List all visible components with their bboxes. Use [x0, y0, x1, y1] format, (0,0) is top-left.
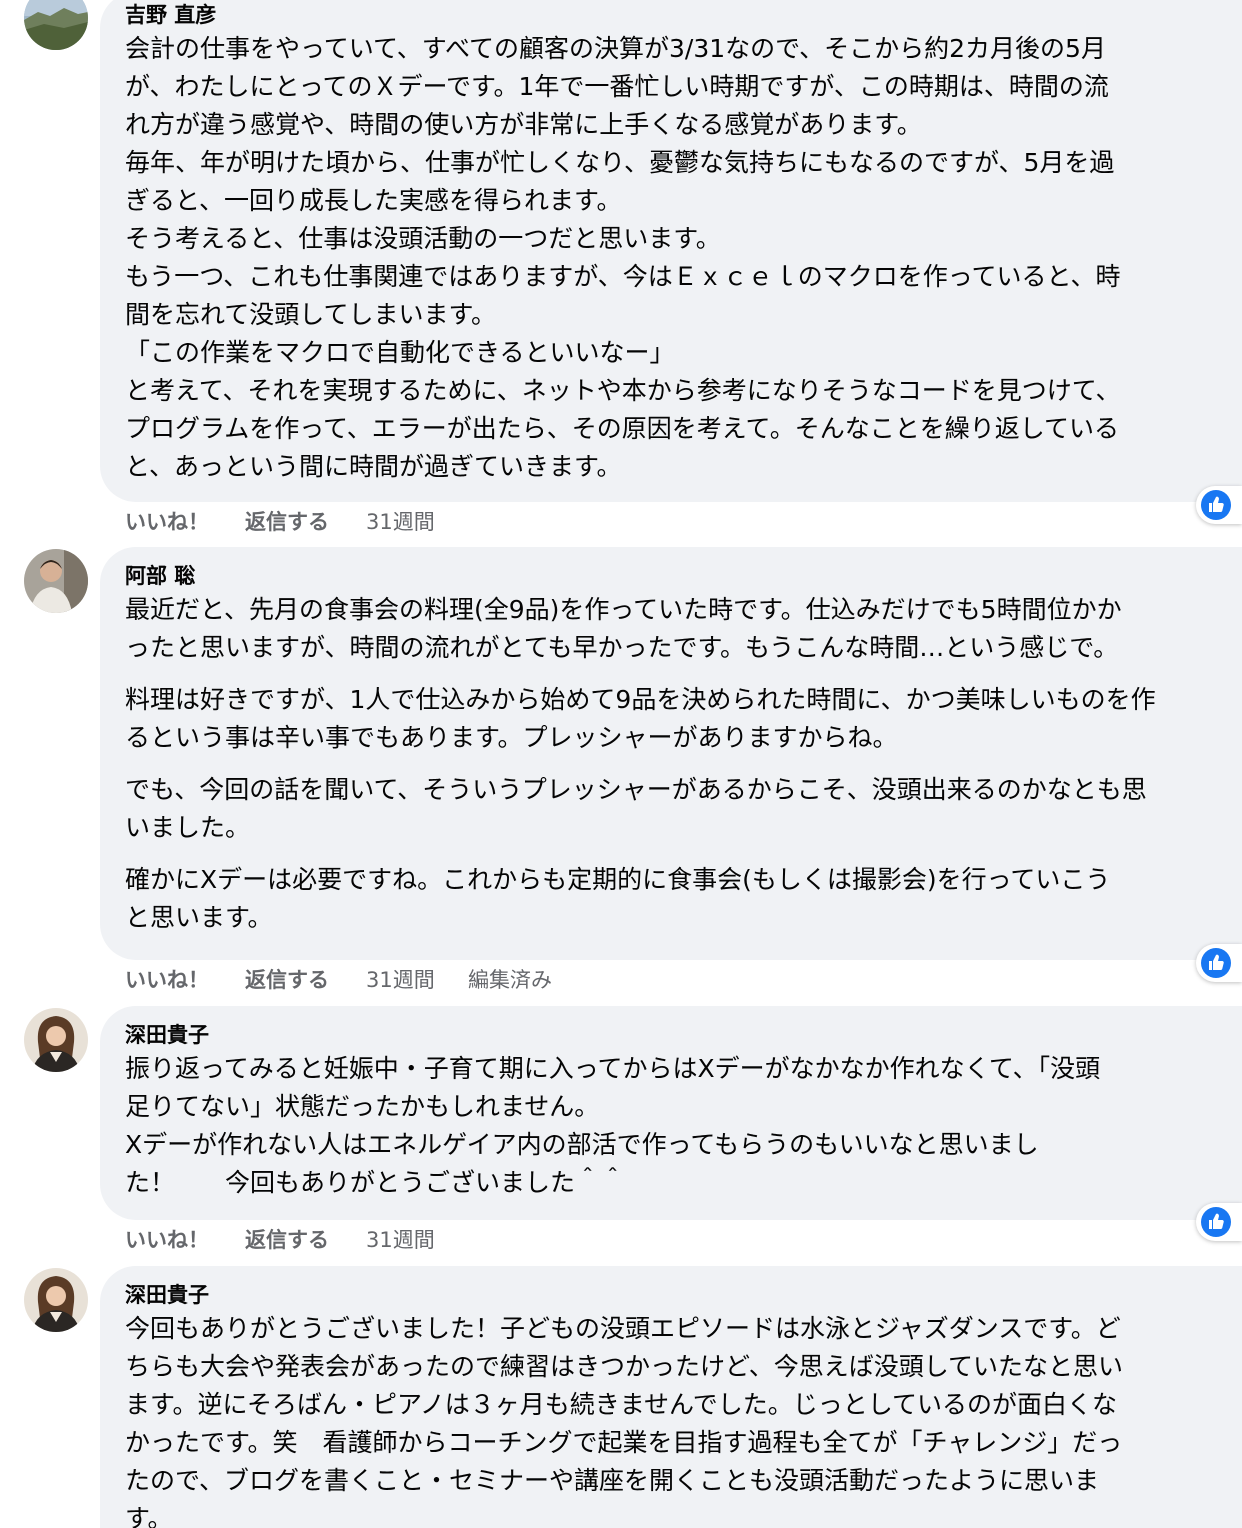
comment-bubble: 吉野 直彦 会計の仕事をやっていて、すべての顧客の決算が3/31なので、そこから… — [100, 0, 1242, 502]
comment-bubble: 阿部 聡 最近だと、先月の食事会の料理(全9品)を作っていた時です。仕込みだけで… — [100, 547, 1242, 960]
comment-text-line: ぎると、一回り成長した実感を得られます。 — [125, 186, 622, 215]
avatar[interactable] — [24, 1268, 88, 1332]
thumbs-up-icon — [1201, 1207, 1231, 1237]
like-link[interactable]: いいね！ — [125, 964, 245, 994]
avatar[interactable] — [24, 1008, 88, 1072]
comment-paragraph: でも、今回の話を聞いて、そういうプレッシャーがあるからこそ、没頭出来るのかなとも… — [125, 771, 1234, 847]
comment-thread: 吉野 直彦 会計の仕事をやっていて、すべての顧客の決算が3/31なので、そこから… — [0, 0, 1242, 1528]
comment-text-line: 料理は好きですが、1人で仕込みから始めて9品を決められた時間に、かつ美味しいもの… — [125, 685, 1156, 714]
comment-paragraph: 会計の仕事をやっていて、すべての顧客の決算が3/31なので、そこから約2カ月後の… — [125, 30, 1234, 486]
timestamp-link[interactable]: 31週間 — [366, 506, 468, 536]
reaction-count-badge[interactable] — [1196, 1203, 1242, 1241]
comment-author[interactable]: 深田貴子 — [125, 1020, 1234, 1050]
comment-text-line: 間を忘れて没頭してしまいます。 — [125, 300, 497, 329]
comment-text-line: 毎年、年が明けた頃から、仕事が忙しくなり、憂鬱な気持ちにもなるのですが、5月を過 — [125, 148, 1115, 177]
comment-text-line: でも、今回の話を聞いて、そういうプレッシャーがあるからこそ、没頭出来るのかなとも… — [125, 775, 1147, 804]
edited-label[interactable]: 編集済み — [468, 964, 552, 994]
comment-actions: いいね！ 返信する 31週間 編集済み — [125, 964, 552, 994]
timestamp-link[interactable]: 31週間 — [366, 964, 468, 994]
comment-text-line: 会計の仕事をやっていて、すべての顧客の決算が3/31なので、そこから約2カ月後の… — [125, 34, 1106, 63]
thumbs-up-icon — [1201, 490, 1231, 520]
comment-text-line: そう考えると、仕事は没頭活動の一つだと思います。 — [125, 224, 721, 253]
reaction-count-badge[interactable] — [1196, 486, 1242, 524]
avatar-photo-person — [24, 1268, 88, 1332]
comment-text-line: プログラムを作って、エラーが出たら、その原因を考えて。そんなことを繰り返している — [125, 414, 1120, 443]
avatar-photo-landscape — [24, 0, 88, 50]
like-link[interactable]: いいね！ — [125, 506, 245, 536]
reply-link[interactable]: 返信する — [245, 964, 366, 994]
avatar-photo-person — [24, 1008, 88, 1072]
comment-text-line: 足りてない」状態だったかもしれません。 — [125, 1092, 600, 1121]
comment-text-line: ったと思いますが、時間の流れがとても早かったです。もうこんな時間…という感じで。 — [125, 633, 1119, 662]
comment-bubble: 深田貴子 振り返ってみると妊娠中・子育て期に入ってからはXデーがなかなか作れなく… — [100, 1006, 1242, 1220]
reply-link[interactable]: 返信する — [245, 506, 366, 536]
comment-text-line: と思います。 — [125, 903, 273, 932]
comment-bubble: 深田貴子 今回もありがとうございました！子どもの没頭エピソードは水泳とジャズダン… — [100, 1266, 1242, 1528]
comment-actions: いいね！ 返信する 31週間 — [125, 1224, 468, 1254]
comment-author[interactable]: 深田貴子 — [125, 1280, 1234, 1310]
comment-text-line: た！ 今回もありがとうございました＾＾ — [125, 1168, 626, 1197]
avatar[interactable] — [24, 0, 88, 50]
comment-actions: いいね！ 返信する 31週間 — [125, 506, 468, 536]
reply-link[interactable]: 返信する — [245, 1224, 366, 1254]
comment-text-line: かったです。笑 看護師からコーチングで起業を目指す過程も全てが「チャレンジ」だっ — [125, 1428, 1123, 1457]
comment-paragraph: 振り返ってみると妊娠中・子育て期に入ってからはXデーがなかなか作れなくて、「没頭… — [125, 1050, 1234, 1202]
comment-text-line: 「この作業をマクロで自動化できるといいなー」 — [125, 338, 675, 367]
comment-paragraph: 料理は好きですが、1人で仕込みから始めて9品を決められた時間に、かつ美味しいもの… — [125, 681, 1234, 757]
comment-author[interactable]: 阿部 聡 — [125, 561, 1234, 591]
timestamp-link[interactable]: 31週間 — [366, 1224, 468, 1254]
comment-paragraph: 今回もありがとうございました！子どもの没頭エピソードは水泳とジャズダンスです。ど… — [125, 1310, 1234, 1528]
like-link[interactable]: いいね！ — [125, 1224, 245, 1254]
comment-text-line: す。 — [125, 1504, 173, 1528]
comment-author[interactable]: 吉野 直彦 — [125, 0, 1234, 30]
comment-text-line: 最近だと、先月の食事会の料理(全9品)を作っていた時です。仕込みだけでも5時間位… — [125, 595, 1122, 624]
avatar[interactable] — [24, 549, 88, 613]
comment-text-line: と考えて、それを実現するために、ネットや本から参考になりそうなコードを見つけて、 — [125, 376, 1121, 405]
comment-paragraph: 最近だと、先月の食事会の料理(全9品)を作っていた時です。仕込みだけでも5時間位… — [125, 591, 1234, 667]
avatar-photo-person — [24, 549, 88, 613]
comment-text-line: 振り返ってみると妊娠中・子育て期に入ってからはXデーがなかなか作れなくて、「没頭 — [125, 1054, 1101, 1083]
comment-text-line: もう一つ、これも仕事関連ではありますが、今はＥｘｃｅｌのマクロを作っていると、時 — [125, 262, 1121, 291]
comment-text-line: いました。 — [125, 813, 251, 842]
thumbs-up-icon — [1201, 948, 1231, 978]
comment-text-line: ちらも大会や発表会があったので練習はきつかったけど、今思えば没頭していたなと思い — [125, 1352, 1124, 1381]
comment-text-line: たので、ブログを書くこと・セミナーや講座を開くことも没頭活動だったように思いま — [125, 1466, 1100, 1495]
comment-text-line: れ方が違う感覚や、時間の使い方が非常に上手くなる感覚があります。 — [125, 110, 922, 139]
comment-text-line: 確かにXデーは必要ですね。これからも定期的に食事会(もしくは撮影会)を行っていこ… — [125, 865, 1111, 894]
comment-text-line: Xデーが作れない人はエネルゲイア内の部活で作ってもらうのもいいなと思いまし — [125, 1130, 1039, 1159]
comment-text-line: 今回もありがとうございました！子どもの没頭エピソードは水泳とジャズダンスです。ど — [125, 1314, 1121, 1343]
comment-text-line: るという事は辛い事でもあります。プレッシャーがありますからね。 — [125, 723, 898, 752]
comment-text-line: が、わたしにとってのＸデーです。1年で一番忙しい時期ですが、この時期は、時間の流 — [125, 72, 1109, 101]
reaction-count-badge[interactable] — [1196, 944, 1242, 982]
comment-text-line: ます。逆にそろばん・ピアノは３ヶ月も続きませんでした。じっとしているのが面白くな — [125, 1390, 1118, 1419]
comment-paragraph: 確かにXデーは必要ですね。これからも定期的に食事会(もしくは撮影会)を行っていこ… — [125, 861, 1234, 937]
comment-text-line: と、あっという間に時間が過ぎていきます。 — [125, 452, 622, 481]
